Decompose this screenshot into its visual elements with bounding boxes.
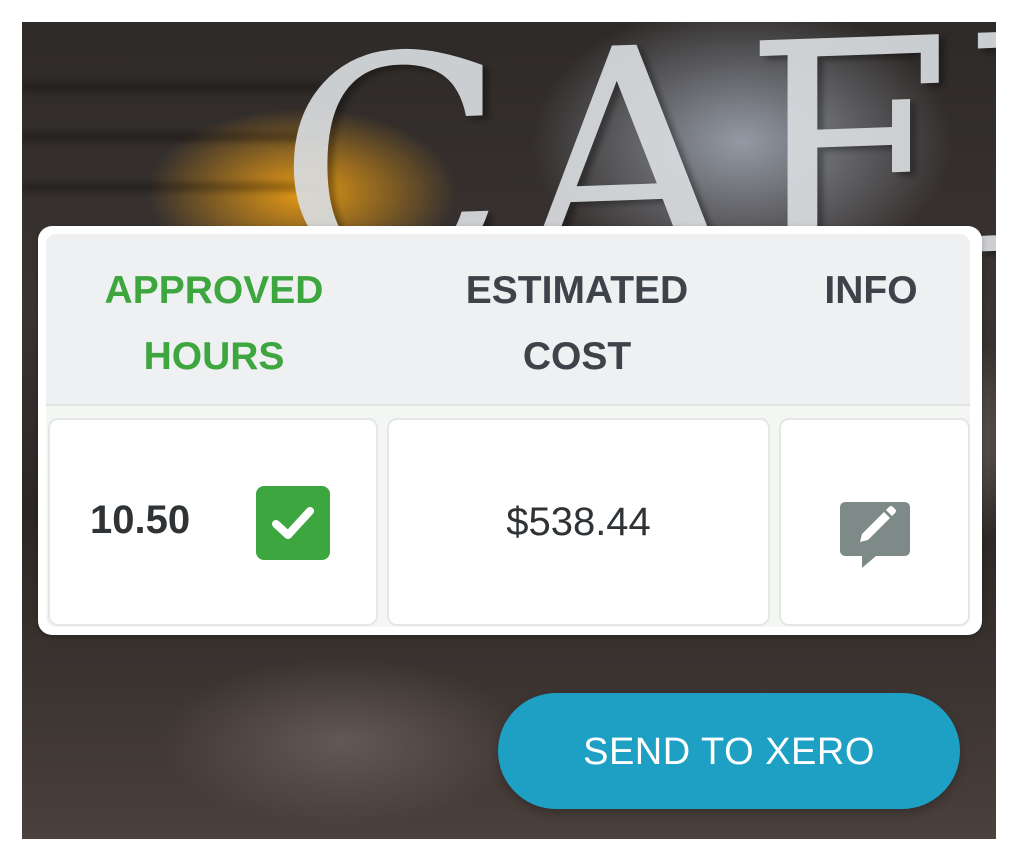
header-line: APPROVED xyxy=(104,269,324,312)
header-line: ESTIMATED xyxy=(465,269,689,312)
approved-hours-value: 10.50 xyxy=(90,498,191,542)
table-header: APPROVED HOURS ESTIMATED COST INFO xyxy=(46,234,970,406)
header-line: COST xyxy=(522,335,632,378)
edit-comment-icon xyxy=(840,502,910,568)
approved-hours-header: APPROVED HOURS xyxy=(46,258,382,390)
approved-checkbox[interactable] xyxy=(256,486,330,560)
timesheet-table: APPROVED HOURS ESTIMATED COST INFO 10.50… xyxy=(46,234,970,627)
header-line: HOURS xyxy=(143,335,285,378)
estimated-cost-header: ESTIMATED COST xyxy=(382,258,772,390)
check-icon xyxy=(272,507,314,539)
timesheet-card: APPROVED HOURS ESTIMATED COST INFO 10.50… xyxy=(38,226,982,635)
header-line: INFO xyxy=(824,269,918,312)
info-header: INFO xyxy=(772,258,970,324)
approved-hours-cell: 10.50 xyxy=(48,418,378,626)
estimated-cost-cell: $538.44 xyxy=(387,418,770,626)
edit-note-button[interactable] xyxy=(838,498,912,572)
info-cell xyxy=(779,418,970,626)
send-to-xero-button[interactable]: SEND TO XERO xyxy=(498,693,960,809)
estimated-cost-value: $538.44 xyxy=(506,500,651,544)
